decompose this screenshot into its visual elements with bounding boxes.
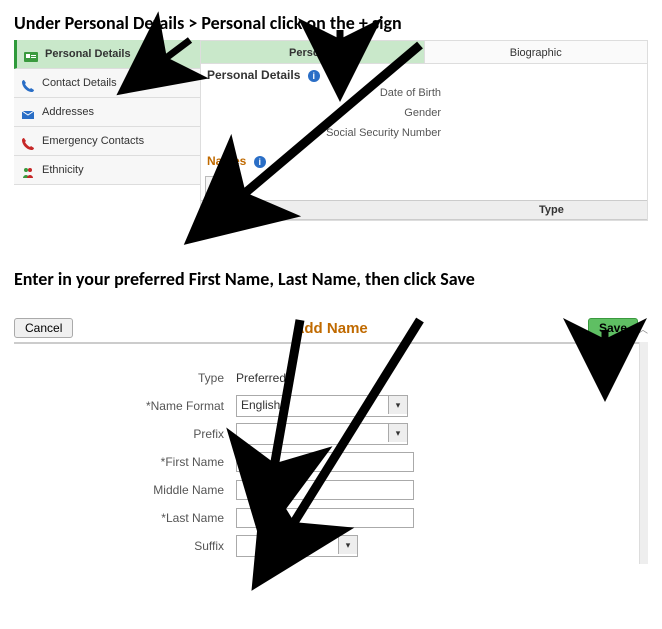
sidebar-item-ethnicity[interactable]: Ethnicity: [14, 156, 200, 185]
scroll-up-icon[interactable]: ︿: [638, 321, 648, 336]
tab-personal[interactable]: Personal: [200, 40, 425, 64]
mail-icon: [21, 105, 35, 119]
label-middle-name: Middle Name: [14, 483, 236, 497]
cancel-button[interactable]: Cancel: [14, 318, 73, 338]
tab-biographic[interactable]: Biographic: [425, 40, 649, 64]
sidebar-item-label: Addresses: [42, 106, 94, 118]
scrollbar[interactable]: [639, 342, 648, 564]
grid-col-type: Type: [533, 201, 647, 219]
grid-col-name: Name: [201, 201, 533, 219]
sidebar-item-label: Ethnicity: [42, 164, 84, 176]
sidebar: Personal Details Contact Details Address…: [14, 40, 200, 185]
panel-heading: Personal Details i: [201, 64, 647, 82]
names-grid-header: Name Type: [201, 200, 647, 220]
name-format-select[interactable]: English ▾: [236, 395, 408, 417]
prefix-select[interactable]: ▾: [236, 423, 408, 445]
add-name-form: Type Preferred *Name Format English ▾ Pr…: [14, 364, 648, 560]
instruction-step1: Under Personal Details > Personal click …: [0, 0, 662, 40]
sidebar-item-label: Contact Details: [42, 77, 117, 89]
suffix-select[interactable]: ▾: [236, 535, 358, 557]
emergency-icon: [21, 134, 35, 148]
value-type: Preferred: [236, 371, 286, 385]
name-format-value: English: [241, 398, 280, 412]
label-type: Type: [14, 371, 236, 385]
people-icon: [21, 163, 35, 177]
phone-icon: [21, 76, 35, 90]
panel-heading-text: Personal Details: [207, 68, 300, 82]
screenshot-personal-details: Personal Details Contact Details Address…: [14, 40, 648, 220]
dialog-title: Add Name: [73, 320, 588, 337]
chevron-down-icon: ▾: [388, 424, 407, 442]
save-button[interactable]: Save: [588, 318, 638, 338]
middle-name-input[interactable]: [236, 480, 414, 500]
label-prefix: Prefix: [14, 427, 236, 441]
sidebar-item-label: Emergency Contacts: [42, 135, 144, 147]
field-label-gender: Gender: [201, 107, 449, 119]
chevron-down-icon: ▾: [388, 396, 407, 414]
names-heading: Names i: [201, 144, 647, 172]
field-label-ssn: Social Security Number: [201, 127, 449, 139]
sidebar-item-contact-details[interactable]: Contact Details: [14, 69, 200, 98]
sidebar-item-addresses[interactable]: Addresses: [14, 98, 200, 127]
add-name-button[interactable]: +: [205, 176, 233, 200]
names-heading-text: Names: [207, 154, 246, 168]
sidebar-item-personal-details[interactable]: Personal Details: [14, 40, 200, 69]
tab-bar: Personal Biographic: [200, 40, 648, 64]
info-icon[interactable]: i: [254, 156, 266, 168]
field-label-dob: Date of Birth: [201, 87, 449, 99]
instruction-step2: Enter in your preferred First Name, Last…: [0, 256, 662, 296]
label-suffix: Suffix: [14, 539, 236, 553]
info-icon[interactable]: i: [308, 70, 320, 82]
dialog-header: Cancel Add Name Save ︿: [14, 314, 648, 344]
plus-icon: +: [215, 180, 224, 197]
sidebar-item-emergency-contacts[interactable]: Emergency Contacts: [14, 127, 200, 156]
personal-panel: Personal Details i Date of Birth Gender …: [200, 64, 648, 221]
id-card-icon: [24, 47, 38, 61]
sidebar-item-label: Personal Details: [45, 48, 131, 60]
screenshot-add-name: Cancel Add Name Save ︿ Type Preferred *N…: [14, 314, 648, 564]
last-name-input[interactable]: [236, 508, 414, 528]
chevron-down-icon: ▾: [338, 536, 357, 554]
label-name-format: *Name Format: [14, 399, 236, 413]
label-first-name: *First Name: [14, 455, 236, 469]
first-name-input[interactable]: [236, 452, 414, 472]
label-last-name: *Last Name: [14, 511, 236, 525]
